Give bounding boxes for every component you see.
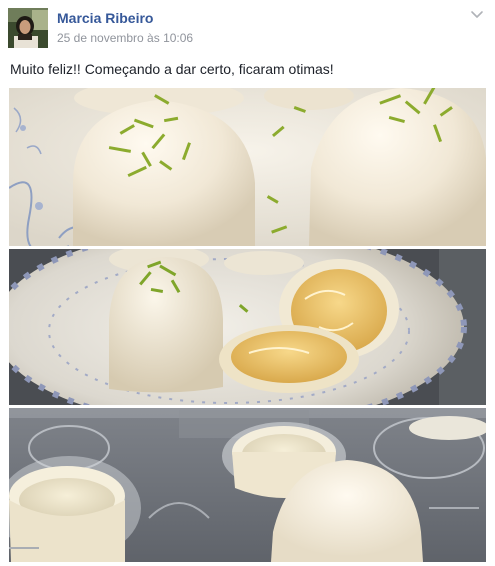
feed-post: Marcia Ribeiro 25 de novembro às 10:06 M… bbox=[0, 0, 495, 566]
chevron-down-icon[interactable] bbox=[469, 6, 485, 22]
dessert-photo bbox=[9, 88, 486, 246]
post-timestamp[interactable]: 25 de novembro às 10:06 bbox=[57, 31, 193, 45]
post-photo-3[interactable] bbox=[9, 408, 486, 562]
post-photo-1[interactable] bbox=[9, 88, 486, 246]
post-photo-2[interactable] bbox=[9, 249, 486, 405]
avatar[interactable] bbox=[8, 8, 48, 48]
post-header: Marcia Ribeiro 25 de novembro às 10:06 bbox=[0, 0, 495, 52]
dessert-photo bbox=[9, 249, 486, 405]
avatar-photo bbox=[8, 8, 48, 48]
post-text: Muito feliz!! Começando a dar certo, fic… bbox=[10, 61, 334, 77]
dessert-photo bbox=[9, 408, 486, 562]
author-name[interactable]: Marcia Ribeiro bbox=[57, 10, 153, 26]
